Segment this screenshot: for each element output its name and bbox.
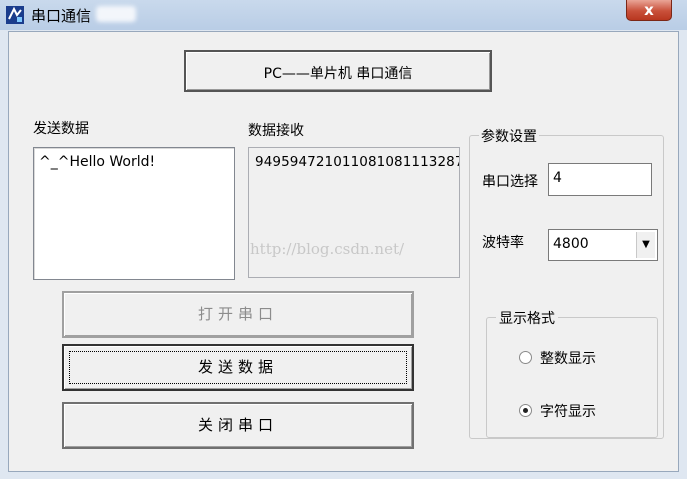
close-port-button[interactable]: 关闭串口 bbox=[62, 402, 414, 449]
port-select-label: 串口选择 bbox=[482, 174, 538, 190]
baud-rate-select[interactable]: 4800 ▼ bbox=[548, 229, 658, 261]
integer-display-radio[interactable] bbox=[519, 351, 532, 364]
header-button[interactable]: PC——单片机 串口通信 bbox=[184, 50, 492, 92]
watermark: http://blog.csdn.net/ bbox=[250, 240, 405, 258]
port-select-value: 4 bbox=[553, 170, 562, 186]
send-data-text: ^_^Hello World! bbox=[39, 154, 156, 170]
title-bar[interactable]: 串口通信 x bbox=[0, 0, 687, 30]
receive-data-text: 949594721011081081113287 bbox=[255, 154, 460, 170]
open-port-label: 打开串口 bbox=[197, 305, 278, 323]
char-display-label[interactable]: 字符显示 bbox=[540, 401, 596, 421]
baud-rate-label: 波特率 bbox=[482, 235, 524, 251]
receive-data-textbox[interactable]: 949594721011081081113287 bbox=[248, 147, 460, 278]
chevron-down-icon[interactable]: ▼ bbox=[636, 232, 655, 258]
open-port-button[interactable]: 打开串口 bbox=[62, 291, 414, 338]
integer-display-label[interactable]: 整数显示 bbox=[540, 348, 596, 368]
receive-data-label: 数据接收 bbox=[248, 123, 304, 139]
header-button-label: PC——单片机 串口通信 bbox=[263, 66, 413, 82]
app-icon bbox=[6, 6, 24, 24]
radio-selected-dot bbox=[523, 408, 528, 413]
display-format-title: 显示格式 bbox=[496, 308, 558, 328]
title-redaction bbox=[96, 6, 136, 22]
close-port-label: 关闭串口 bbox=[197, 416, 278, 434]
char-display-radio[interactable] bbox=[519, 404, 532, 417]
send-data-button[interactable]: 发送数据 bbox=[62, 344, 414, 391]
baud-rate-value: 4800 bbox=[553, 236, 589, 252]
param-settings-title: 参数设置 bbox=[479, 126, 539, 146]
close-button[interactable]: x bbox=[626, 0, 672, 21]
window-title: 串口通信 bbox=[31, 7, 92, 25]
port-select-input[interactable]: 4 bbox=[548, 163, 652, 196]
send-data-textbox[interactable]: ^_^Hello World! bbox=[33, 147, 235, 280]
send-data-label: 发送数据 bbox=[33, 121, 89, 137]
focus-rectangle bbox=[69, 351, 407, 384]
